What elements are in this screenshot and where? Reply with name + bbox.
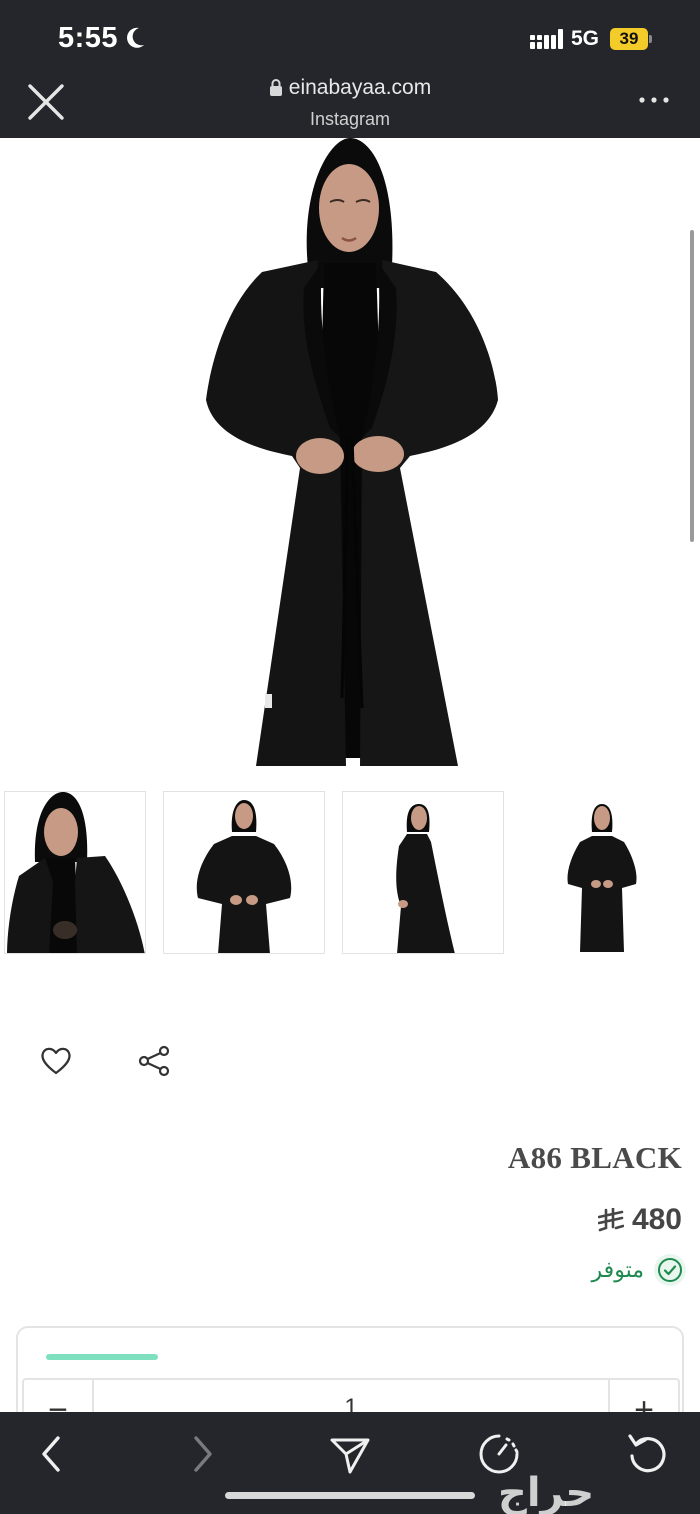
send-icon[interactable] [328, 1432, 372, 1476]
browser-top-bar: 5:55 5G 39 einabayaa.com Instagram [0, 0, 700, 138]
forward-icon[interactable] [180, 1432, 224, 1476]
card-accent-bar [46, 1354, 158, 1360]
battery-nub [649, 35, 652, 43]
thumbnail-2-photo [196, 800, 292, 953]
reload-icon[interactable] [626, 1432, 670, 1476]
more-icon[interactable] [636, 92, 672, 108]
lock-icon [269, 79, 282, 96]
back-icon[interactable] [30, 1432, 74, 1476]
thumbnail-1[interactable] [4, 791, 146, 954]
check-circle-icon [654, 1254, 686, 1286]
status-time: 5:55 [58, 22, 119, 54]
thumbnail-3-photo [396, 804, 455, 953]
product-title: A86 BLACK [507, 1140, 682, 1175]
availability-status: متوفر [592, 1254, 686, 1286]
heart-icon[interactable] [36, 1041, 76, 1081]
battery-level: 39 [610, 28, 648, 50]
thumbnail-3[interactable] [342, 791, 504, 954]
page-domain: einabayaa.com [288, 76, 432, 99]
moon-icon [127, 27, 144, 48]
page-source-label: Instagram [309, 109, 391, 129]
price-value: 480 [631, 1203, 682, 1236]
product-photo [206, 138, 498, 766]
battery-indicator: 39 [610, 28, 652, 50]
saudi-riyal-icon [597, 1208, 624, 1232]
network-type: 5G [571, 27, 600, 50]
watermark-logo: حراج [498, 1470, 595, 1514]
signal-icon [530, 29, 563, 49]
product-price: 480 [597, 1203, 682, 1237]
share-icon[interactable] [134, 1041, 174, 1081]
thumbnail-strip [0, 790, 700, 956]
product-main-image[interactable] [0, 138, 700, 768]
thumbnail-2[interactable] [163, 791, 325, 954]
thumbnail-4[interactable] [521, 791, 683, 954]
home-indicator[interactable] [225, 1492, 475, 1499]
availability-label: متوفر [591, 1257, 644, 1282]
page-scrollbar[interactable] [690, 230, 694, 542]
thumbnail-4-photo [567, 804, 637, 952]
address-bar[interactable]: einabayaa.com [0, 76, 700, 100]
thumbnail-1-photo [7, 792, 145, 953]
